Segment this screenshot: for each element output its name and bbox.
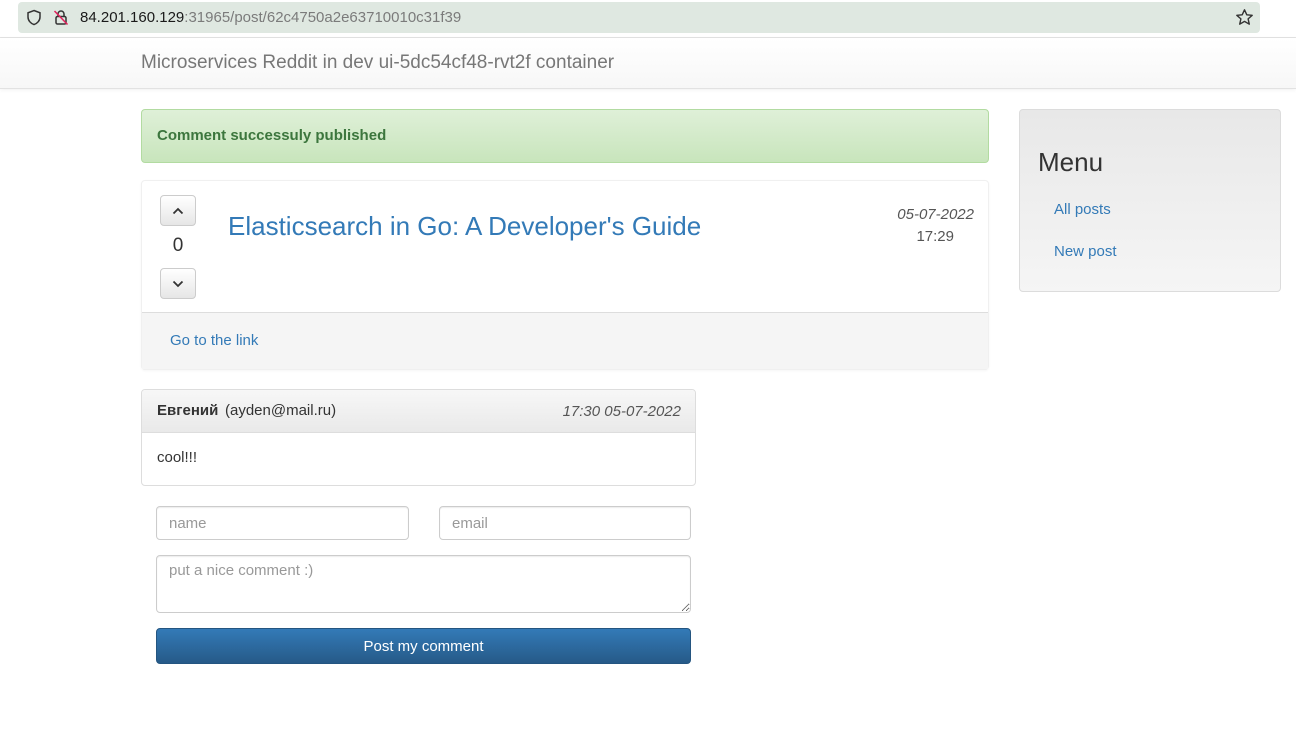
vote-count: 0 [172, 235, 184, 256]
navbar-brand[interactable]: Microservices Reddit in dev ui-5dc54cf48… [141, 52, 614, 74]
post-time: 17:29 [916, 228, 954, 245]
url-host: 84.201.160.129 [80, 9, 185, 26]
comment-email: (ayden@mail.ru) [225, 402, 337, 419]
post-external-link[interactable]: Go to the link [170, 332, 258, 349]
browser-toolbar: 84.201.160.129:31965/post/62c4750a2e6371… [0, 0, 1296, 38]
upvote-button[interactable] [160, 195, 196, 226]
url-path: :31965/post/62c4750a2e63710010c31f39 [184, 9, 462, 26]
post-date: 05-07-2022 [897, 206, 974, 223]
comment-header: Евгений (ayden@mail.ru) 17:30 05-07-2022 [142, 390, 695, 433]
post-comment-button[interactable]: Post my comment [156, 628, 691, 664]
insecure-lock-icon[interactable] [53, 9, 69, 26]
menu-item-all-posts[interactable]: All posts [1054, 201, 1111, 218]
comment-author: Евгений [157, 402, 219, 419]
comment-timestamp: 17:30 05-07-2022 [562, 403, 681, 420]
shield-icon[interactable] [26, 9, 42, 26]
menu-title: Menu [1038, 147, 1104, 177]
sidebar-menu: Menu All posts New post [1019, 109, 1281, 292]
post-panel: 0 Elasticsearch in Go: A Developer's Gui… [141, 180, 989, 370]
chevron-up-icon [172, 207, 184, 214]
post-footer: Go to the link [142, 312, 988, 369]
bookmark-star-icon[interactable] [1235, 8, 1254, 27]
comment-textarea[interactable] [156, 555, 691, 613]
navbar: Microservices Reddit in dev ui-5dc54cf48… [0, 38, 1296, 89]
success-alert: Comment successuly published [141, 109, 989, 163]
name-input[interactable] [156, 506, 409, 540]
chevron-down-icon [172, 280, 184, 287]
menu-item-new-post[interactable]: New post [1054, 243, 1117, 260]
address-bar[interactable]: 84.201.160.129:31965/post/62c4750a2e6371… [18, 2, 1260, 33]
post-title-link[interactable]: Elasticsearch in Go: A Developer's Guide [228, 211, 701, 242]
email-input[interactable] [439, 506, 691, 540]
comment-body: cool!!! [157, 449, 198, 466]
url-text[interactable]: 84.201.160.129:31965/post/62c4750a2e6371… [80, 9, 461, 26]
downvote-button[interactable] [160, 268, 196, 299]
comment-card: Евгений (ayden@mail.ru) 17:30 05-07-2022… [141, 389, 696, 486]
